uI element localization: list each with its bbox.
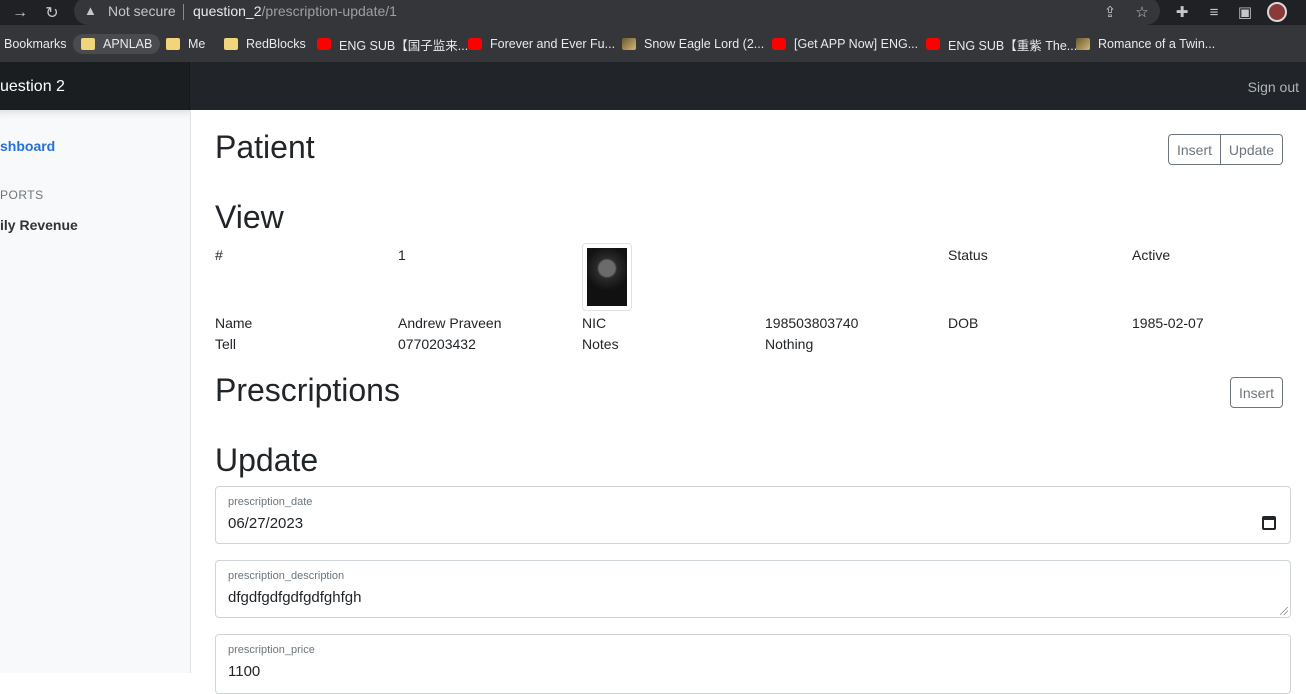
folder-icon <box>81 38 95 50</box>
dob-value: 1985-02-07 <box>1132 315 1204 331</box>
prescription-price-field[interactable]: prescription_price 1100 <box>215 634 1291 694</box>
bookmark-label: Romance of a Twin... <box>1098 37 1216 51</box>
bookmark-yt-1[interactable]: ENG SUB【国子监来... <box>317 34 468 54</box>
brand[interactable]: uestion 2 <box>0 62 190 110</box>
sign-out-link[interactable]: Sign out <box>1248 79 1299 95</box>
lion-image <box>587 248 627 306</box>
name-label: Name <box>215 315 253 331</box>
notes-label: Notes <box>582 336 619 352</box>
prescription-insert-button[interactable]: Insert <box>1230 377 1283 408</box>
name-value: Andrew Praveen <box>398 315 502 331</box>
side-panel-icon[interactable]: ▣ <box>1235 2 1255 22</box>
bookmark-yt-3[interactable]: [Get APP Now] ENG... <box>772 34 918 54</box>
image-icon <box>1076 38 1090 50</box>
prescriptions-title: Prescriptions <box>215 372 400 408</box>
dob-label: DOB <box>948 315 979 331</box>
prescription-date-value[interactable]: 06/27/2023 <box>228 515 303 532</box>
warning-icon: ▲ <box>84 3 97 18</box>
calendar-icon[interactable] <box>1262 516 1276 530</box>
prescription-price-value[interactable]: 1100 <box>228 663 260 680</box>
status-value: Active <box>1132 247 1171 263</box>
bookmark-label: [Get APP Now] ENG... <box>794 37 919 51</box>
reload-icon[interactable]: ↻ <box>40 0 64 25</box>
bookmark-label: Snow Eagle Lord (2... <box>644 37 765 51</box>
bookmark-label: APNLAB <box>103 37 153 51</box>
patient-photo <box>582 243 632 311</box>
tell-label: Tell <box>215 336 237 352</box>
id-label: # <box>215 247 223 263</box>
prescription-date-field[interactable]: prescription_date 06/27/2023 <box>215 486 1291 544</box>
bookmark-yt-4[interactable]: ENG SUB【重紫 The... <box>926 34 1077 54</box>
patient-insert-button[interactable]: Insert <box>1168 134 1221 165</box>
notes-value: Nothing <box>765 336 814 352</box>
bookmark-bookmarks[interactable]: Bookmarks <box>4 34 67 54</box>
sidebar-item-daily-revenue[interactable]: ily Revenue <box>0 217 78 233</box>
extensions-icon[interactable]: ✚ <box>1172 2 1192 22</box>
bookmark-label: Bookmarks <box>4 37 67 51</box>
star-icon[interactable]: ☆ <box>1132 2 1152 22</box>
browser-toolbar: → ↻ ▲ Not secure question_2/prescription… <box>0 0 1306 25</box>
nic-value: 198503803740 <box>765 315 859 331</box>
url-path: /prescription-update/1 <box>261 3 397 19</box>
bookmark-label: RedBlocks <box>246 37 306 51</box>
sidebar: shboard PORTS ily Revenue <box>0 110 191 673</box>
bookmark-label: Forever and Ever Fu... <box>490 37 616 51</box>
youtube-icon <box>468 38 482 50</box>
url-host: question_2 <box>193 3 262 19</box>
nic-label: NIC <box>582 315 607 331</box>
sidebar-item-dashboard[interactable]: shboard <box>0 138 55 154</box>
folder-icon <box>224 38 238 50</box>
tell-value: 0770203432 <box>398 336 476 352</box>
update-title: Update <box>215 442 319 478</box>
prescription-description-value[interactable]: dfgdfgdfgdfgdfghfgh <box>228 589 361 606</box>
reading-list-icon[interactable]: ≡ <box>1204 2 1224 22</box>
bookmark-redblocks[interactable]: RedBlocks <box>224 34 306 54</box>
bookmark-label: ENG SUB【重紫 The... <box>948 38 1078 53</box>
prescription-price-label: prescription_price <box>228 644 315 656</box>
folder-icon <box>166 38 180 50</box>
prescription-date-label: prescription_date <box>228 496 313 508</box>
page-title: Patient <box>215 129 315 165</box>
app-navbar: uestion 2 Sign out <box>0 62 1306 110</box>
youtube-icon <box>317 38 331 50</box>
not-secure-label[interactable]: Not secure <box>108 3 176 19</box>
youtube-icon <box>772 38 786 50</box>
sidebar-heading-reports: PORTS <box>0 188 44 202</box>
id-value: 1 <box>398 247 406 263</box>
image-icon <box>622 38 636 50</box>
youtube-icon <box>926 38 940 50</box>
bookmark-label: Me <box>188 37 206 51</box>
bookmark-me[interactable]: Me <box>166 34 205 54</box>
profile-avatar[interactable] <box>1267 2 1287 22</box>
bookmark-label: ENG SUB【国子监来... <box>339 38 469 53</box>
prescription-description-label: prescription_description <box>228 570 345 582</box>
view-title: View <box>215 199 284 235</box>
bookmark-yt-2[interactable]: Forever and Ever Fu... <box>468 34 615 54</box>
main-content: Patient Insert Update View # 1 Status Ac… <box>191 110 1306 694</box>
url-text[interactable]: question_2/prescription-update/1 <box>193 3 397 19</box>
bookmark-romance[interactable]: Romance of a Twin... <box>1076 34 1215 54</box>
bookmarks-bar: Bookmarks APNLAB Me RedBlocks ENG SUB【国子… <box>0 25 1306 62</box>
prescription-description-field[interactable]: prescription_description dfgdfgdfgdfgdfg… <box>215 560 1291 618</box>
status-label: Status <box>948 247 988 263</box>
resize-handle-icon[interactable] <box>1280 607 1288 615</box>
forward-icon[interactable]: → <box>8 0 32 25</box>
omnibox-divider <box>183 4 184 20</box>
share-icon[interactable]: ⇪ <box>1100 2 1120 22</box>
bookmark-apnlab[interactable]: APNLAB <box>73 34 161 54</box>
bookmark-snow-eagle[interactable]: Snow Eagle Lord (2... <box>622 34 764 54</box>
patient-update-button[interactable]: Update <box>1220 134 1283 165</box>
